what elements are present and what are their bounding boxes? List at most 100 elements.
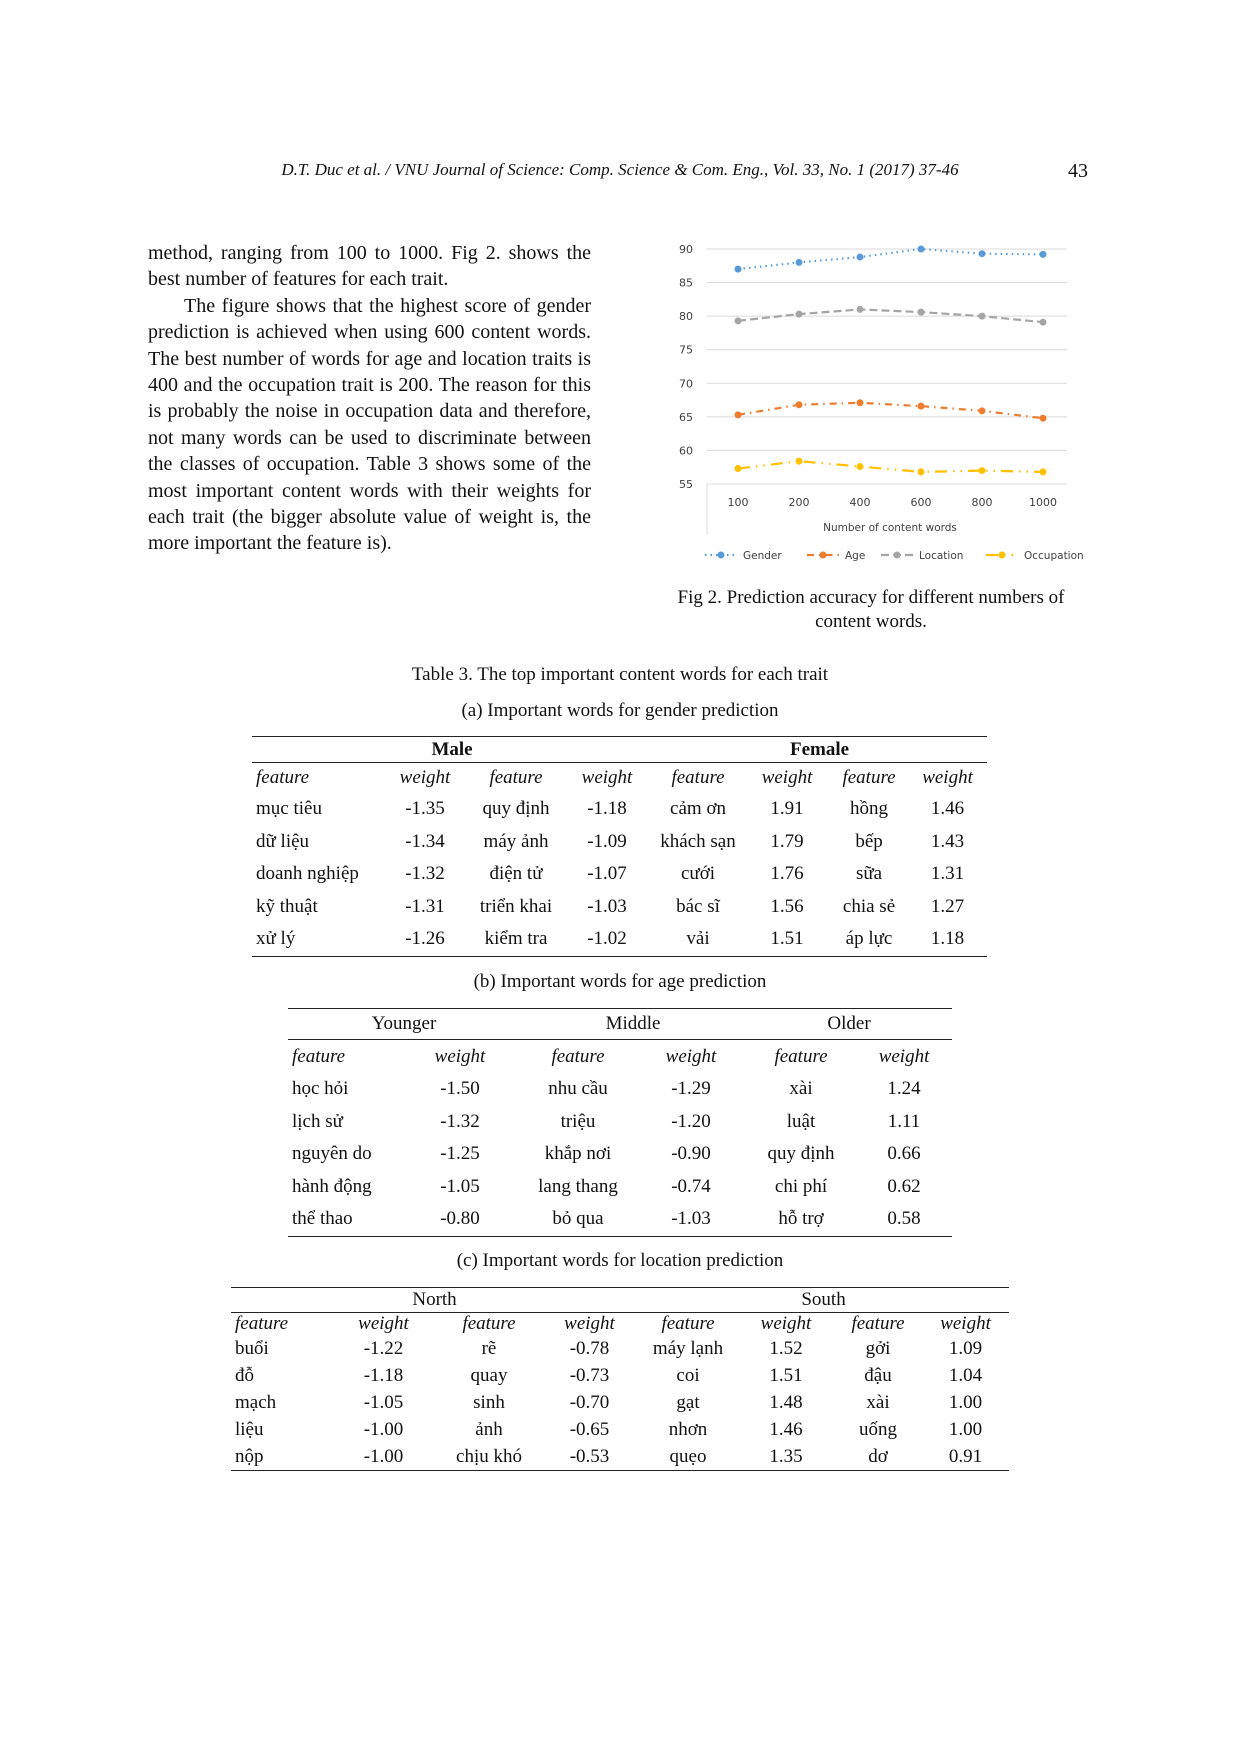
weight-cell: -1.26 (380, 923, 470, 957)
feature-cell: đỗ (235, 1364, 254, 1386)
weight-cell: -1.35 (405, 798, 445, 820)
y-tick-label: 75 (679, 344, 693, 357)
table-title: Table 3. The top important content words… (411, 664, 829, 685)
weight-cell: -1.18 (363, 1364, 404, 1386)
column-header-feature: feature (851, 1313, 905, 1334)
feature-cell: nộp (231, 1443, 330, 1471)
data-point (856, 305, 864, 313)
feature-cell: cưới (681, 863, 716, 885)
feature-cell: khách sạn (660, 830, 736, 852)
weight-cell: 1.09 (948, 1337, 983, 1359)
column-header-feature: feature (256, 767, 310, 788)
y-tick-label: 85 (679, 277, 693, 290)
feature-cell: xử lý (252, 923, 380, 957)
weight-cell: 1.52 (769, 1337, 803, 1359)
weight-cell: 1.35 (738, 1443, 835, 1471)
group-header: Female (652, 736, 988, 763)
weight-cell: -0.65 (569, 1418, 610, 1440)
column-header-weight: weight (358, 1313, 409, 1334)
weight-cell: 1.04 (948, 1364, 983, 1386)
weight-cell: -1.50 (440, 1078, 480, 1100)
weight-cell: -1.31 (405, 895, 445, 917)
column-header-weight: weight (761, 767, 813, 788)
feature-cell: chịu khó (437, 1443, 541, 1471)
weight-cell: 1.00 (948, 1391, 983, 1413)
weight-cell: 0.58 (856, 1203, 953, 1237)
weight-cell: -1.18 (587, 798, 627, 820)
x-tick-label: 600 (911, 496, 932, 509)
weight-cell: 1.11 (887, 1110, 921, 1132)
weight-cell: -1.32 (440, 1110, 480, 1132)
data-point (734, 265, 742, 273)
table-age: Younger Middle Older feature weight feature we… (288, 1008, 953, 1237)
feature-cell: kiểm tra (470, 923, 562, 957)
column-header-feature: feature (462, 1313, 516, 1334)
data-point (978, 467, 986, 475)
data-point (734, 411, 742, 419)
table-row: mạch -1.05 sinh -0.70 gạt 1.48 xài 1.00 (231, 1389, 1009, 1416)
group-header: Younger (288, 1008, 520, 1040)
data-point (856, 463, 864, 471)
feature-cell: quay (470, 1364, 508, 1386)
x-tick-label: 100 (728, 496, 749, 509)
data-point (1039, 250, 1047, 258)
table-row: kỹ thuật -1.31 triển khai -1.03 bác sĩ 1.56 ch… (252, 891, 987, 924)
weight-cell: 1.43 (930, 830, 965, 852)
y-tick-label: 90 (679, 243, 693, 256)
weight-cell: -1.05 (440, 1175, 480, 1197)
y-tick-label: 80 (679, 310, 693, 323)
column-header-feature: feature (842, 767, 896, 788)
data-point (795, 258, 803, 266)
table-row: học hỏi -1.50 nhu cầu -1.29 xài 1.24 (288, 1073, 952, 1106)
weight-cell: -0.74 (671, 1175, 711, 1197)
x-tick-label: 1000 (1029, 496, 1057, 509)
data-point (856, 253, 864, 261)
column-header-feature: feature (671, 767, 725, 788)
feature-cell: nhu cầu (548, 1078, 608, 1100)
feature-cell: nhơn (668, 1418, 708, 1440)
column-header-weight: weight (760, 1313, 812, 1334)
weight-cell: 1.24 (887, 1078, 921, 1100)
feature-cell: mạch (235, 1391, 277, 1413)
feature-cell: chia sẻ (842, 895, 896, 917)
line-chart: 55 60 65 70 75 80 85 90 100 200 400 600 800 1000 Numbe… (679, 243, 1084, 562)
weight-cell: -1.25 (440, 1143, 480, 1165)
x-tick-label: 200 (789, 496, 810, 509)
legend-label: Location (919, 550, 963, 562)
weight-cell: 1.31 (930, 863, 965, 885)
data-point (795, 310, 803, 318)
weight-cell: -1.29 (671, 1078, 711, 1100)
weight-cell: -1.05 (363, 1391, 404, 1413)
feature-cell: quy định (482, 798, 550, 820)
feature-cell: bếp (855, 830, 883, 852)
data-point (734, 317, 742, 325)
series-line-occupation (737, 460, 1044, 474)
weight-cell: 1.79 (770, 830, 804, 852)
feature-cell: hành động (292, 1175, 372, 1197)
series-line-gender (737, 247, 1044, 271)
feature-cell: vải (652, 923, 745, 957)
weight-cell: -0.78 (569, 1337, 610, 1359)
weight-cell: 1.18 (908, 923, 988, 957)
weight-cell: 1.27 (930, 895, 965, 917)
weight-cell: -0.70 (569, 1391, 610, 1413)
body-text: method, ranging from 100 to 1000. Fig 2.… (148, 240, 591, 557)
table-row: nguyên do -1.25 khắp nơi -0.90 quy định 0.66 (288, 1138, 952, 1171)
feature-cell: dơ (834, 1443, 923, 1471)
weight-cell: -0.80 (400, 1203, 520, 1237)
legend-marker (717, 551, 725, 559)
weight-cell: 1.51 (744, 923, 831, 957)
page: D.T. Duc et al. / VNU Journal of Science… (0, 0, 1240, 1754)
group-header: South (638, 1287, 1010, 1313)
column-header-weight: weight (581, 767, 633, 788)
feature-cell: gạt (676, 1391, 700, 1413)
feature-cell: cảm ơn (670, 798, 726, 820)
weight-cell: 1.46 (930, 798, 965, 820)
weight-cell: -1.00 (363, 1418, 404, 1440)
page-number: 43 (1068, 160, 1088, 182)
weight-cell: -0.90 (671, 1143, 711, 1165)
feature-cell: điện tử (489, 863, 543, 885)
feature-cell: sinh (473, 1391, 505, 1413)
feature-cell: liệu (235, 1418, 264, 1440)
feature-cell: gởi (865, 1337, 891, 1359)
